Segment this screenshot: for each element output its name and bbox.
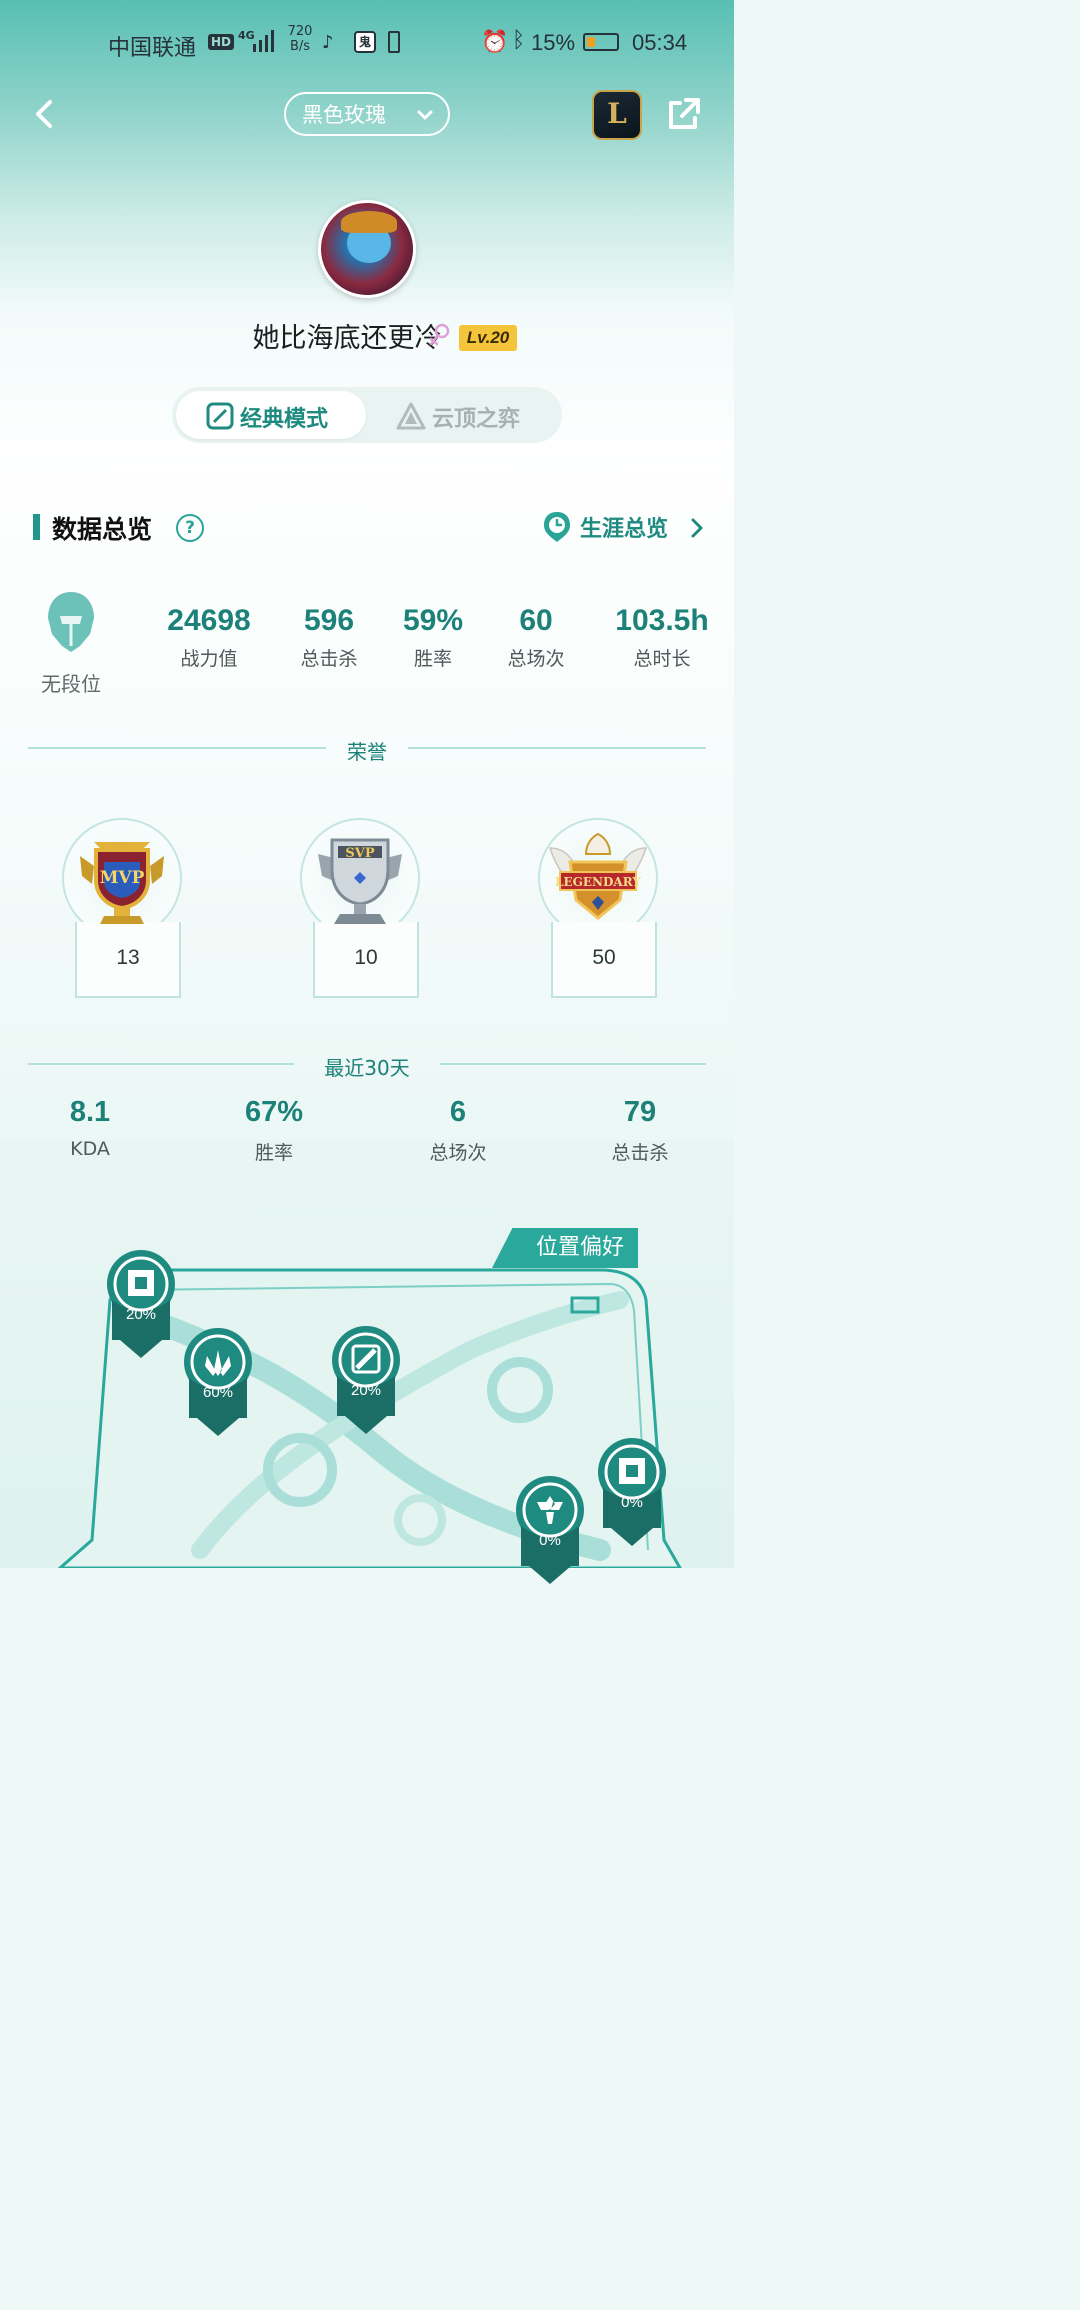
status-bar: 中国联通 HD 4G 720 B/s ♪ 鬼 ⏰ ᛒ 15% 05:34 [0,0,734,84]
lane-jungle[interactable]: 60% [183,1326,253,1438]
svg-text:LEGENDARY: LEGENDARY [555,875,641,889]
honors-title: 荣誉 [347,740,387,764]
classic-mode-icon [206,402,234,430]
recent-kda: 8.1 KDA [30,1096,150,1160]
recent-label: 胜率 [254,1142,293,1164]
divider-line [28,1063,294,1065]
bluetooth-icon: ᛒ [512,28,526,53]
recent-value: 67% [244,1096,304,1128]
divider-line [28,747,326,749]
level-badge: Lv.20 [459,325,517,351]
female-gender-icon [429,323,450,346]
lane-percent: 0% [621,1494,643,1511]
section-title: 数据总览 [52,515,153,544]
rank-label: 无段位 [41,672,101,696]
stat-games: 60 总场次 [492,604,580,671]
recent-title: 最近30天 [324,1056,410,1080]
svg-text:MVP: MVP [100,868,145,888]
recent-label: KDA [70,1138,110,1160]
stat-kills: 596 总击杀 [280,604,378,671]
support-icon [516,1476,584,1584]
network-speed: 720 B/s [287,24,313,54]
bottom-lane-icon [598,1438,666,1546]
career-clock-icon[interactable] [542,510,572,544]
recent-games: 6 总场次 [398,1096,518,1165]
rank-helmet-icon [48,592,94,652]
tft-icon [396,402,426,430]
honor-mvp[interactable]: MVP 13 [52,818,192,1018]
honor-count: 10 [354,946,378,969]
honor-count: 50 [592,946,616,969]
stat-value: 596 [303,604,355,637]
tab-classic-mode[interactable]: 经典模式 [176,391,366,439]
alarm-icon: ⏰ [481,30,509,55]
honor-count: 13 [116,946,140,969]
battery-saver-icon [388,31,400,53]
chevron-right-icon[interactable] [690,517,704,539]
stat-winrate: 59% 胜率 [388,604,478,671]
recent-winrate: 67% 胜率 [214,1096,334,1165]
lane-mid[interactable]: 20% [331,1324,401,1436]
mvp-trophy-icon: MVP [80,842,164,924]
legendary-wings-icon: LEGENDARY [548,832,648,920]
stat-label: 总场次 [507,648,565,670]
section-marker [33,514,40,540]
league-of-legends-icon[interactable]: L [592,90,642,140]
tiktok-icon: ♪ [322,32,334,53]
stat-label: 总时长 [633,648,691,670]
battery-percent: 15% [531,30,576,55]
lane-percent: 0% [539,1532,561,1549]
chevron-down-icon [417,110,433,120]
divider-line [440,1063,706,1065]
back-icon[interactable] [26,94,66,134]
recent-label: 总击杀 [611,1142,669,1164]
svp-trophy-icon: SVP [318,838,402,924]
tab-classic-label: 经典模式 [240,407,329,432]
battery-icon [583,33,619,51]
lane-percent: 20% [350,1382,382,1399]
jungle-icon [184,1328,252,1436]
role-name: 黑色玫瑰 [302,103,386,127]
honor-svp[interactable]: SVP 10 [290,818,430,1018]
signal-icon [253,30,274,52]
app-notification-icon: 鬼 [354,31,376,53]
share-icon[interactable] [664,94,704,134]
honor-legendary[interactable]: LEGENDARY 50 [528,818,668,1018]
player-name: 她比海底还更冷 [252,323,442,354]
hd-indicator: HD [208,34,235,50]
stat-label: 胜率 [413,648,452,670]
avatar[interactable] [318,200,416,298]
career-overview-link[interactable]: 生涯总览 [580,511,668,543]
lane-bottom[interactable]: 0% [597,1436,667,1548]
stat-power: 24698 战力值 [150,604,268,671]
stat-value: 24698 [167,604,251,637]
recent-kills: 79 总击杀 [580,1096,700,1165]
tab-tft-mode[interactable]: 云顶之弈 [366,391,558,439]
stat-value: 59% [402,604,464,637]
network-indicator: 4G [238,29,255,42]
divider-line [408,747,706,749]
stat-value: 60 [519,604,553,637]
role-selector[interactable]: 黑色玫瑰 [284,92,450,136]
lane-percent: 20% [125,1306,157,1323]
tab-tft-label: 云顶之弈 [432,407,521,432]
stat-label: 战力值 [180,648,238,670]
recent-value: 79 [623,1096,657,1128]
lane-support[interactable]: 0% [515,1474,585,1586]
help-icon[interactable]: ? [176,514,204,542]
mid-lane-icon [332,1326,400,1434]
stat-label: 总击杀 [300,648,358,670]
stat-hours: 103.5h 总时长 [604,604,720,671]
carrier-label: 中国联通 [108,35,197,60]
recent-value: 8.1 [69,1096,111,1128]
stat-value: 103.5h [615,604,709,637]
lane-percent: 60% [202,1384,234,1401]
top-lane-icon [107,1250,175,1358]
lane-top[interactable]: 20% [106,1248,176,1360]
recent-value: 6 [449,1096,467,1128]
clock: 05:34 [632,30,688,55]
recent-label: 总场次 [429,1142,487,1164]
position-preference-tag: 位置偏好 [492,1228,638,1268]
svg-text:SVP: SVP [345,846,374,861]
